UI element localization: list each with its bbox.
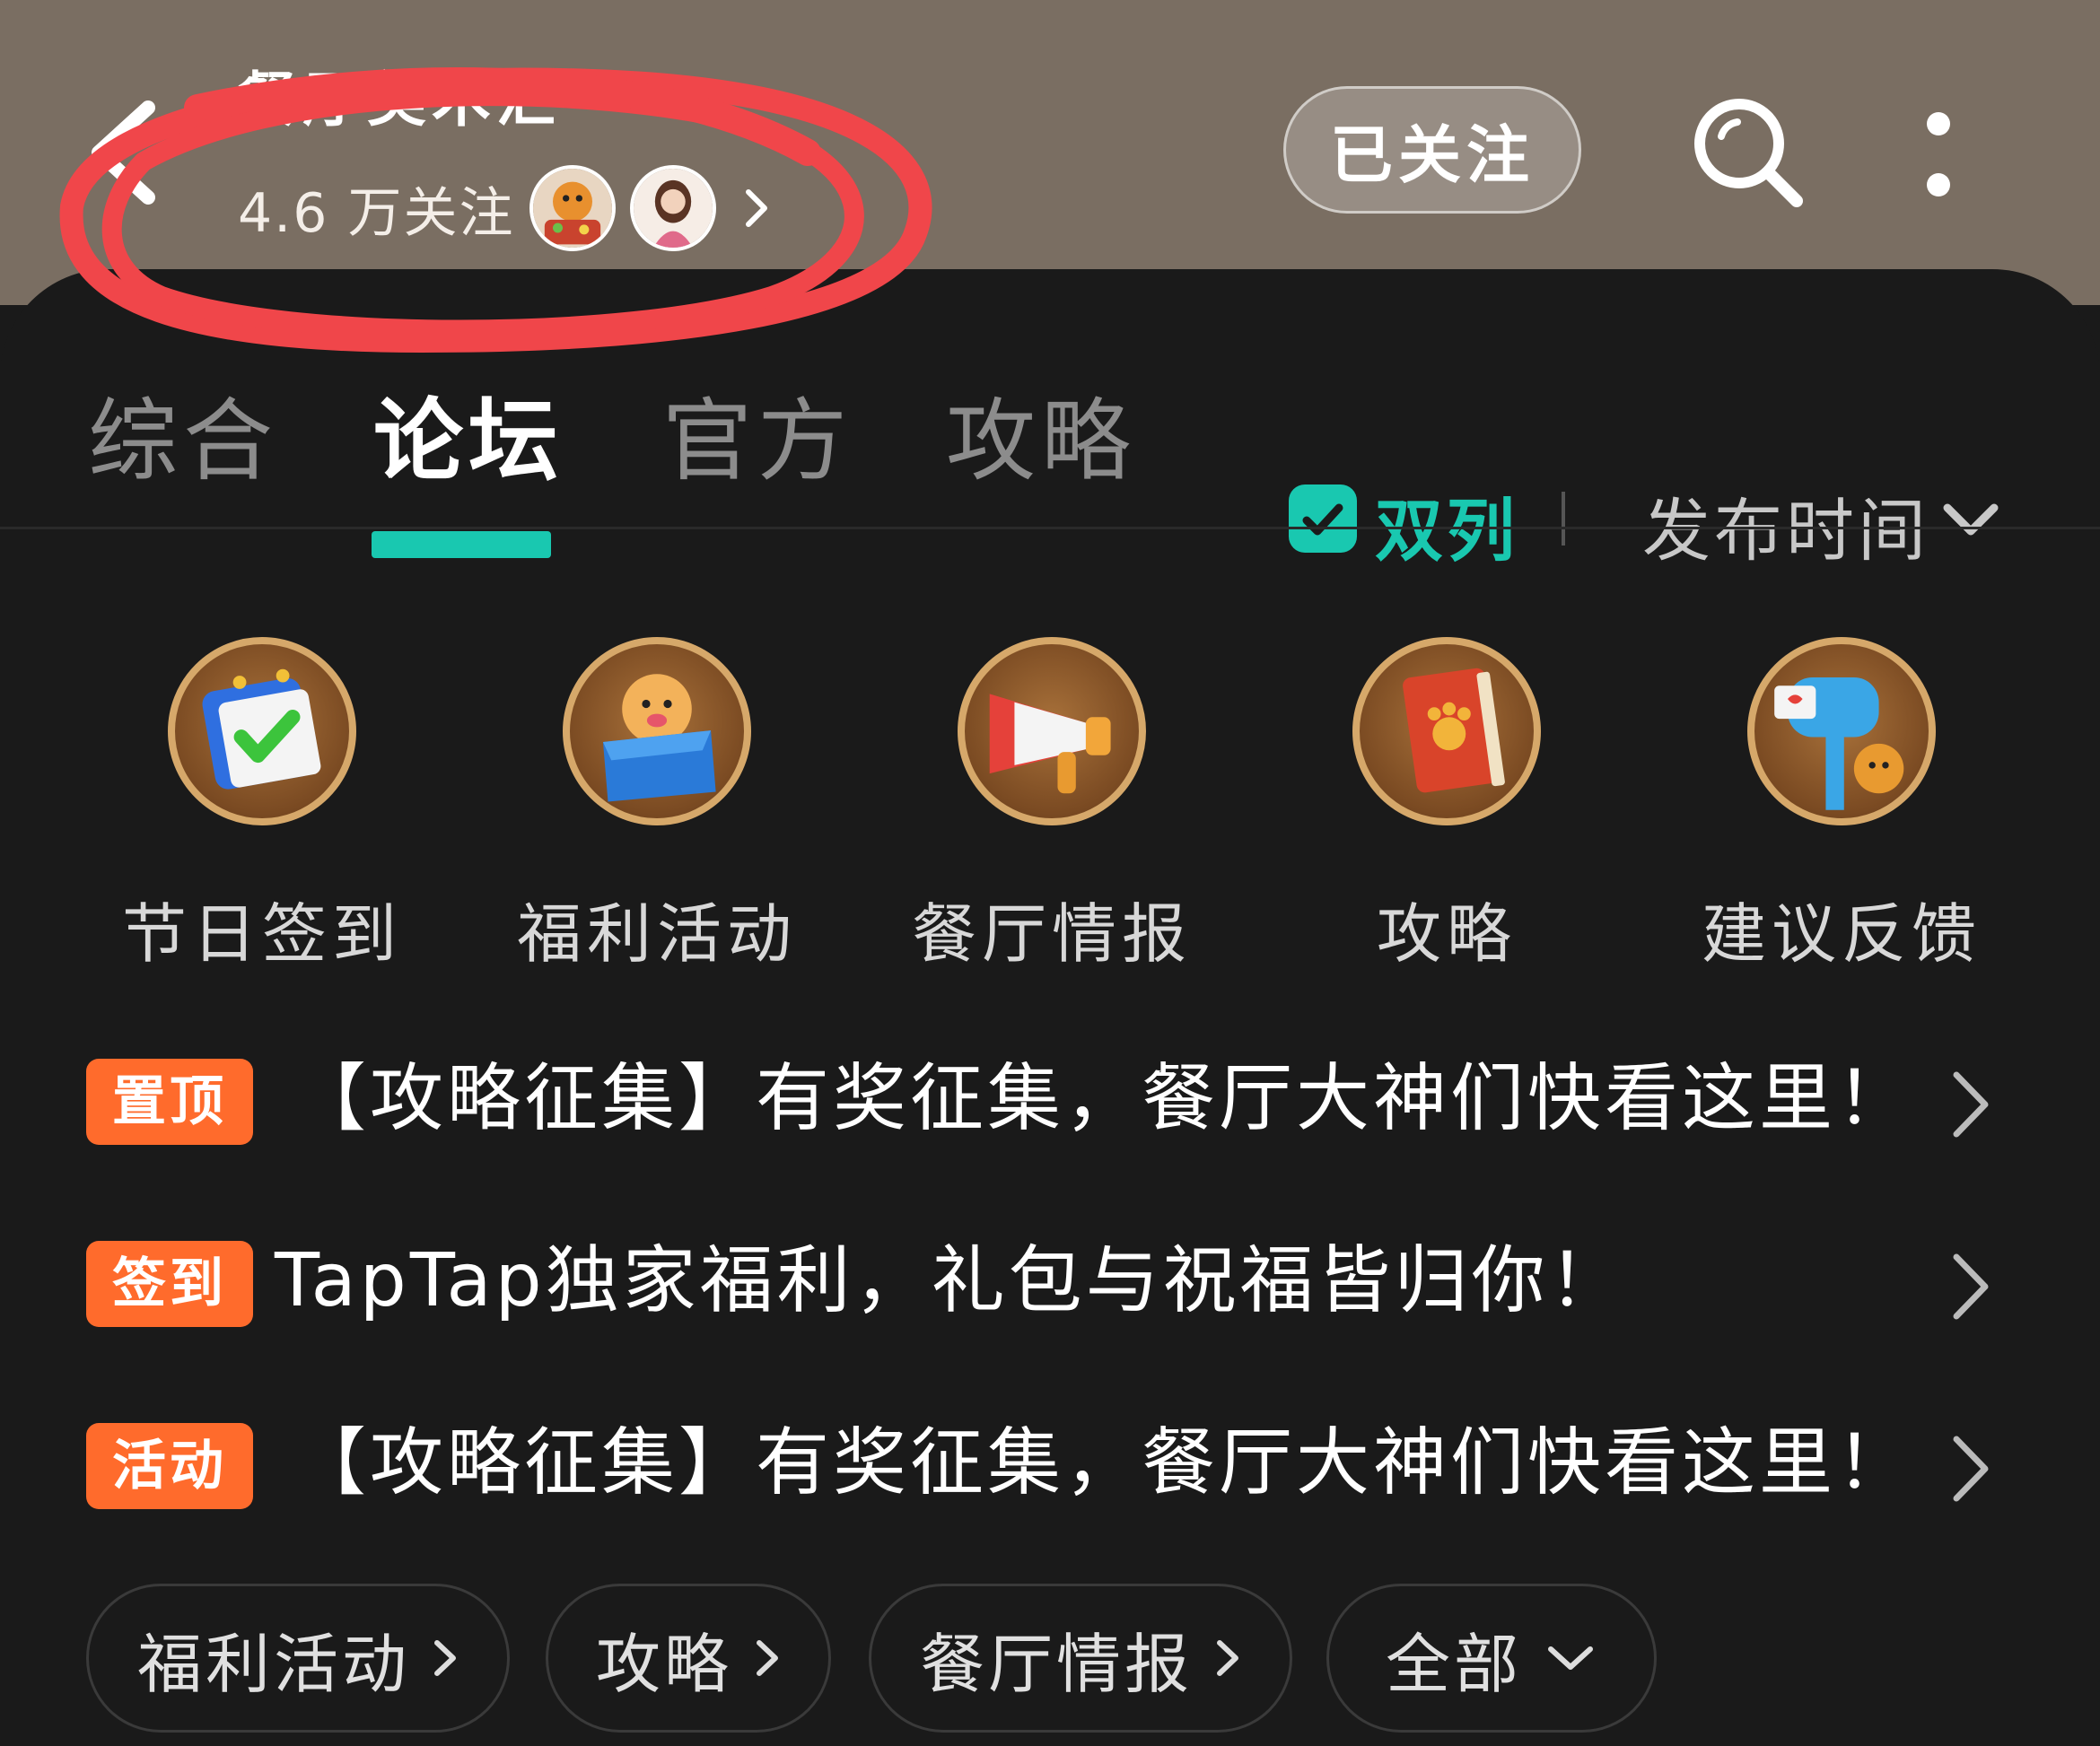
shortcut-item[interactable]: 节日签到 — [83, 637, 442, 975]
chip-guide[interactable]: 攻略 — [546, 1584, 831, 1733]
chevron-right-icon — [745, 189, 767, 227]
notice-title: 【攻略征集】有奖征集，餐厅大神们快看这里！ — [293, 1056, 1914, 1141]
notice-title: 【攻略征集】有奖征集，餐厅大神们快看这里！ — [293, 1420, 1914, 1506]
megaphone-icon — [958, 637, 1146, 825]
list-item[interactable]: 活动 【攻略征集】有奖征集，餐厅大神们快看这里！ — [86, 1414, 2016, 1513]
calendar-checkin-icon — [168, 637, 356, 825]
checkin-tag: 签到 — [86, 1241, 253, 1327]
divider — [0, 527, 2100, 529]
chip-label: 餐厅情报 — [919, 1626, 1193, 1702]
dual-column-toggle[interactable]: 双列 — [1375, 476, 1518, 574]
follow-button[interactable]: 已关注 — [1283, 86, 1581, 214]
chevron-down-icon[interactable] — [1938, 493, 2003, 547]
event-tag: 活动 — [86, 1423, 253, 1509]
shortcut-label: 攻略 — [1376, 896, 1517, 972]
chevron-right-icon — [757, 1640, 778, 1676]
page-title: 餐厅美术汇 — [238, 65, 561, 135]
chip-label: 福利活动 — [136, 1626, 410, 1702]
avatar — [629, 165, 716, 251]
chevron-right-icon — [1953, 1071, 1989, 1138]
shortcut-item[interactable]: 攻略 — [1267, 637, 1626, 975]
chip-label: 全部 — [1385, 1626, 1522, 1702]
tab-official[interactable]: 官方 — [662, 368, 853, 498]
shortcut-item[interactable]: 餐厅情报 — [872, 637, 1231, 975]
followers-row[interactable]: 4.6 万关注 — [238, 163, 775, 253]
tab-bar: 综合 论坛 官方 攻略 双列 发布时间 — [0, 368, 2100, 571]
more-options-icon[interactable] — [1912, 99, 1965, 215]
header: 餐厅美术汇 4.6 万关注 已关注 — [0, 0, 2100, 305]
chevron-down-icon — [1548, 1646, 1593, 1670]
mailbox-dog-icon — [1747, 637, 1936, 825]
pinned-tag: 置顶 — [86, 1059, 253, 1145]
shortcut-item[interactable]: 福利活动 — [477, 637, 836, 975]
avatar — [529, 165, 616, 251]
list-item[interactable]: 置顶 【攻略征集】有奖征集，餐厅大神们快看这里！ — [86, 1050, 2016, 1148]
chevron-right-icon — [1217, 1640, 1238, 1676]
shortcut-label: 餐厅情报 — [911, 896, 1192, 972]
gift-box-dog-icon — [563, 637, 751, 825]
chip-all[interactable]: 全部 — [1326, 1584, 1657, 1733]
back-arrow-icon[interactable] — [85, 99, 166, 206]
tab-comprehensive[interactable]: 综合 — [88, 368, 278, 498]
shortcut-label: 建议反馈 — [1701, 896, 1982, 972]
notice-title: TapTap独家福利，礼包与祝福皆归你！ — [275, 1238, 1626, 1323]
divider — [1562, 492, 1565, 546]
chip-welfare[interactable]: 福利活动 — [86, 1584, 510, 1733]
active-tab-indicator — [372, 531, 551, 558]
chevron-right-icon — [1953, 1436, 1989, 1502]
chip-restaurant-news[interactable]: 餐厅情报 — [869, 1584, 1292, 1733]
shortcut-label: 福利活动 — [516, 896, 797, 972]
chip-label: 攻略 — [595, 1626, 732, 1702]
chevron-right-icon — [434, 1640, 456, 1676]
checkbox-icon[interactable] — [1289, 485, 1357, 553]
tab-forum[interactable]: 论坛 — [373, 368, 564, 498]
shortcut-label: 节日签到 — [121, 896, 402, 972]
sort-dropdown[interactable]: 发布时间 — [1642, 476, 1929, 574]
followers-count: 4.6 万关注 — [238, 181, 515, 245]
guide-book-icon — [1352, 637, 1541, 825]
search-icon[interactable] — [1685, 90, 1811, 215]
tab-guide[interactable]: 攻略 — [946, 368, 1136, 498]
chevron-right-icon — [1953, 1253, 1989, 1320]
list-item[interactable]: 签到 TapTap独家福利，礼包与祝福皆归你！ — [86, 1232, 2016, 1331]
main-panel: 综合 论坛 官方 攻略 双列 发布时间 节日签到 福利活动 餐厅情报 攻略 建议… — [0, 269, 2100, 1746]
shortcut-grid: 节日签到 福利活动 餐厅情报 攻略 建议反馈 — [0, 637, 2100, 996]
shortcut-item[interactable]: 建议反馈 — [1662, 637, 2021, 975]
